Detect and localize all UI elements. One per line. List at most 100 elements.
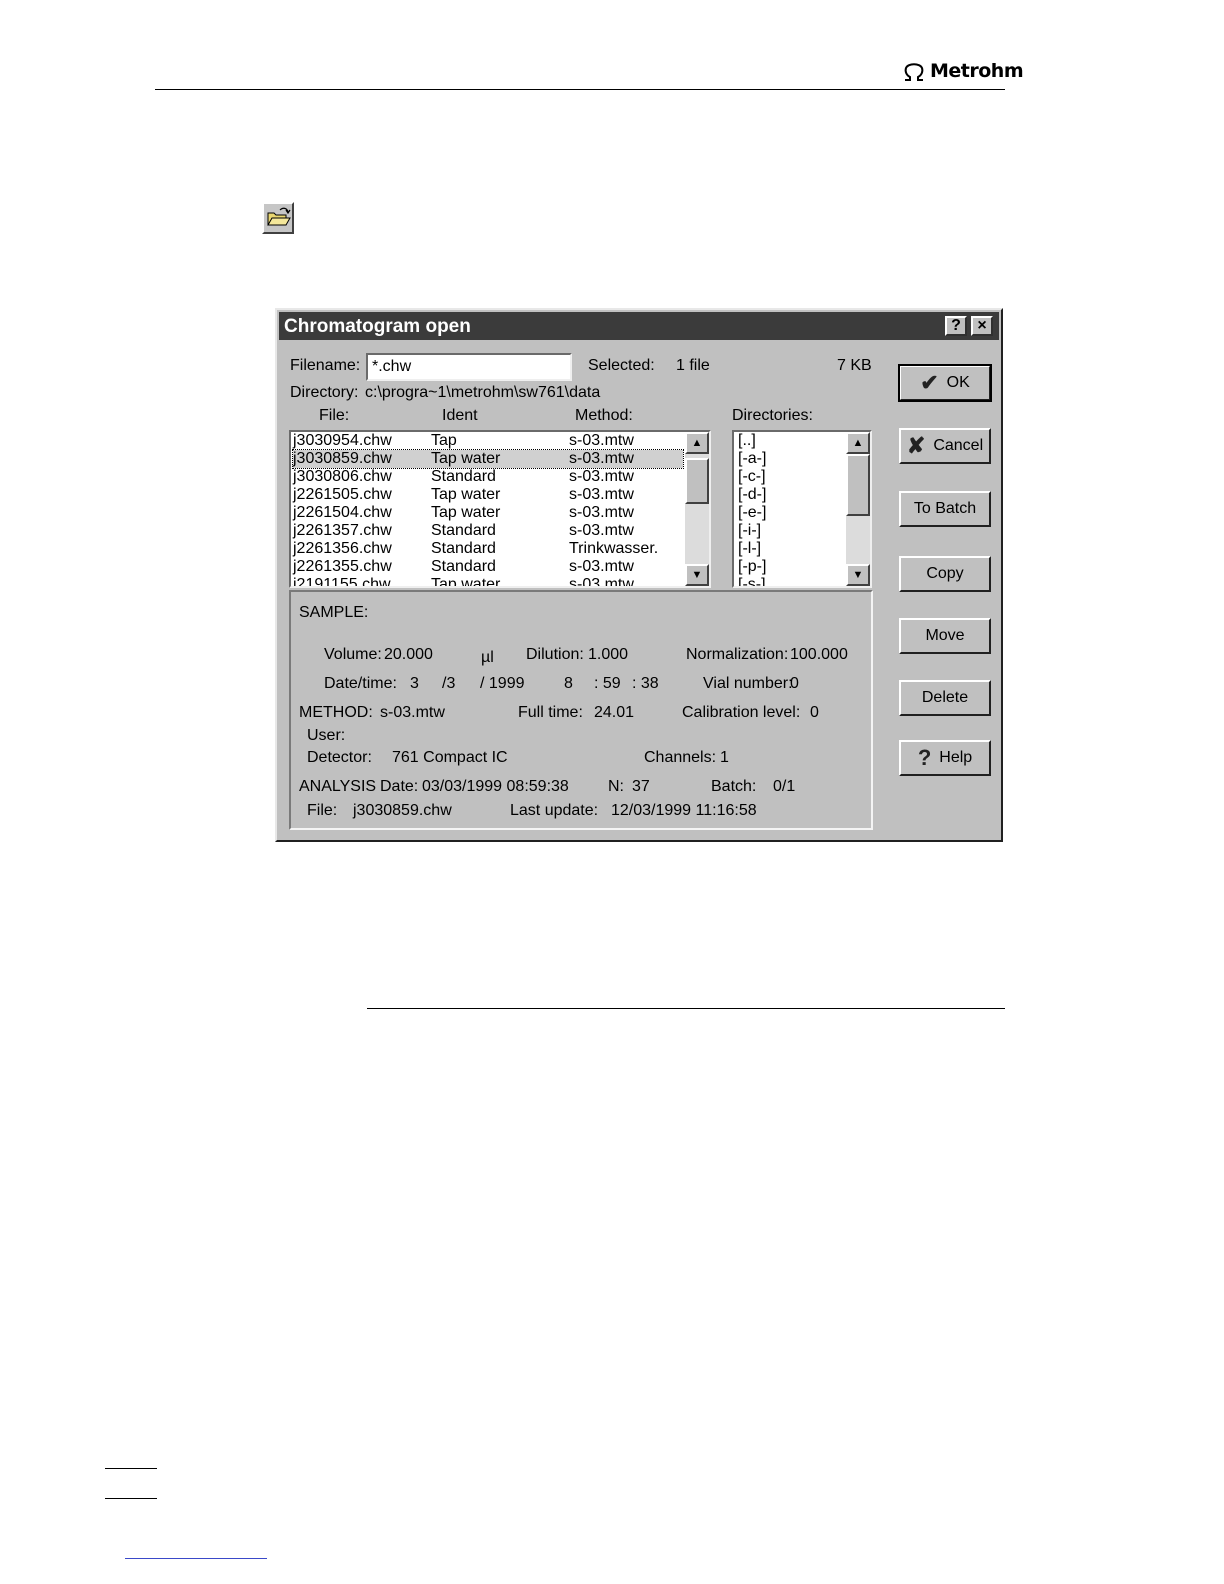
last-update-label: Last update: [510,802,599,819]
directory-item[interactable]: [-d-] [738,486,766,504]
datetime-label: Date/time: [324,675,397,692]
scroll-thumb[interactable] [685,458,709,504]
close-title-button[interactable]: × [971,316,993,336]
selected-label: Selected: [588,357,655,374]
calibration-level-value: 0 [810,704,819,721]
scroll-down-arrow-icon[interactable]: ▼ [846,564,870,586]
directory-item[interactable]: [-l-] [738,540,761,558]
list-item[interactable]: j2261505.chw Tap water s-03.mtw [293,486,683,504]
metrohm-logo: Metrohm [902,58,1024,84]
dialog-titlebar: Chromatogram open ? × [279,312,999,340]
normalization-value: 100.000 [790,646,848,663]
omega-logo-icon [904,63,924,81]
volume-value: 20.000 [384,646,433,663]
directory-path: c:\progra~1\metrohm\sw761\data [365,384,601,401]
time-hour: 8 [564,675,573,692]
list-item[interactable]: j2261355.chw Standard s-03.mtw [293,558,683,576]
column-header-method[interactable]: Method: [575,407,633,425]
footer-divider [105,1468,157,1469]
time-minute: : 59 [594,675,621,692]
list-item[interactable]: j3030806.chw Standard s-03.mtw [293,468,683,486]
open-folder-toolbar-button[interactable] [262,202,294,234]
scroll-up-arrow-icon[interactable]: ▲ [685,432,709,454]
move-button[interactable]: Move [899,618,991,654]
scroll-down-arrow-icon[interactable]: ▼ [685,564,709,586]
ok-button[interactable]: ✔ OK [898,364,992,402]
directory-item[interactable]: [-i-] [738,522,761,540]
footer-divider [105,1498,157,1499]
directory-label: Directory: [290,384,359,401]
section-divider [367,1008,1005,1009]
analysis-label: ANALYSIS [299,778,377,795]
help-title-button[interactable]: ? [945,316,967,336]
filename-input[interactable] [366,353,572,381]
filename-label: Filename: [290,357,361,374]
column-header-ident[interactable]: Ident [442,407,478,425]
detector-label: Detector: [307,749,372,766]
directory-item[interactable]: [-c-] [738,468,766,486]
full-time-label: Full time: [518,704,583,721]
time-second: : 38 [632,675,659,692]
file-list-scrollbar[interactable]: ▲ ▼ [685,432,709,586]
directories-label: Directories: [732,407,813,424]
directory-item[interactable]: [-p-] [738,558,766,576]
date-month: /3 [442,675,456,692]
sample-heading: SAMPLE: [299,604,369,621]
chromatogram-open-dialog: Chromatogram open ? × Filename: Selected… [275,308,1003,842]
detector-value: 761 Compact IC [392,749,508,766]
vial-number-label: Vial number: [703,675,793,692]
open-folder-icon [267,207,291,226]
scroll-up-arrow-icon[interactable]: ▲ [846,432,870,454]
dilution-value: 1.000 [588,646,629,663]
file-value: j3030859.chw [353,802,452,819]
checkmark-icon: ✔ [920,370,939,395]
help-button[interactable]: ? Help [899,740,991,776]
method-label: METHOD: [299,704,373,721]
selected-count: 1 file [676,357,710,374]
date-year: / 1999 [480,675,525,692]
batch-label: Batch: [711,778,757,795]
list-item-selected[interactable]: j3030859.chw Tap water s-03.mtw [292,449,684,469]
analysis-date-value: 03/03/1999 08:59:38 [422,778,569,795]
dilution-label: Dilution: [526,646,584,663]
header-divider [155,89,1005,90]
last-update-value: 12/03/1999 11:16:58 [611,802,757,819]
full-time-value: 24.01 [594,704,635,721]
cancel-button[interactable]: ✘ Cancel [899,428,991,464]
directories-scrollbar[interactable]: ▲ ▼ [846,432,870,586]
method-value: s-03.mtw [380,704,445,721]
list-item[interactable]: j3030954.chw Tap s-03.mtw [293,432,683,450]
directory-item[interactable]: [-e-] [738,504,766,522]
user-label: User: [307,727,346,744]
calibration-level-label: Calibration level: [682,704,801,721]
directory-item[interactable]: [-s-] [738,576,766,586]
dialog-title: Chromatogram open [284,316,471,337]
to-batch-button[interactable]: To Batch [899,491,991,527]
file-label: File: [307,802,338,819]
normalization-label: Normalization: [686,646,789,663]
list-item[interactable]: j2261504.chw Tap water s-03.mtw [293,504,683,522]
file-list[interactable]: j3030954.chw Tap s-03.mtw j3030859.chw Tap … [289,430,711,588]
n-value: 37 [632,778,650,795]
list-item[interactable]: j2261356.chw Standard Trinkwasser. [293,540,683,558]
directories-list[interactable]: [..] [-a-] [-c-] [-d-] [-e-] [-i-] [-l-]… [732,430,872,588]
vial-number-value: 0 [790,675,799,692]
scroll-thumb[interactable] [846,454,870,516]
list-item[interactable]: j2261357.chw Standard s-03.mtw [293,522,683,540]
selected-size: 7 KB [837,357,872,374]
channels-value: 1 [720,749,729,766]
footer-link-underline [125,1558,267,1559]
list-item[interactable]: j2191155.chw Tap water s-03.mtw [293,576,683,586]
analysis-date-label: Date: [380,778,419,795]
date-day: 3 [410,675,419,692]
volume-unit: µl [481,649,494,666]
n-label: N: [608,778,624,795]
sample-info-panel: SAMPLE: Volume: 20.000 µl Dilution: 1.00… [289,590,873,830]
column-header-file[interactable]: File: [319,407,349,425]
directory-item[interactable]: [-a-] [738,450,766,468]
copy-button[interactable]: Copy [899,556,991,592]
delete-button[interactable]: Delete [899,680,991,716]
question-mark-icon: ? [917,745,932,770]
directory-item[interactable]: [..] [738,432,756,450]
volume-label: Volume: [324,646,382,663]
